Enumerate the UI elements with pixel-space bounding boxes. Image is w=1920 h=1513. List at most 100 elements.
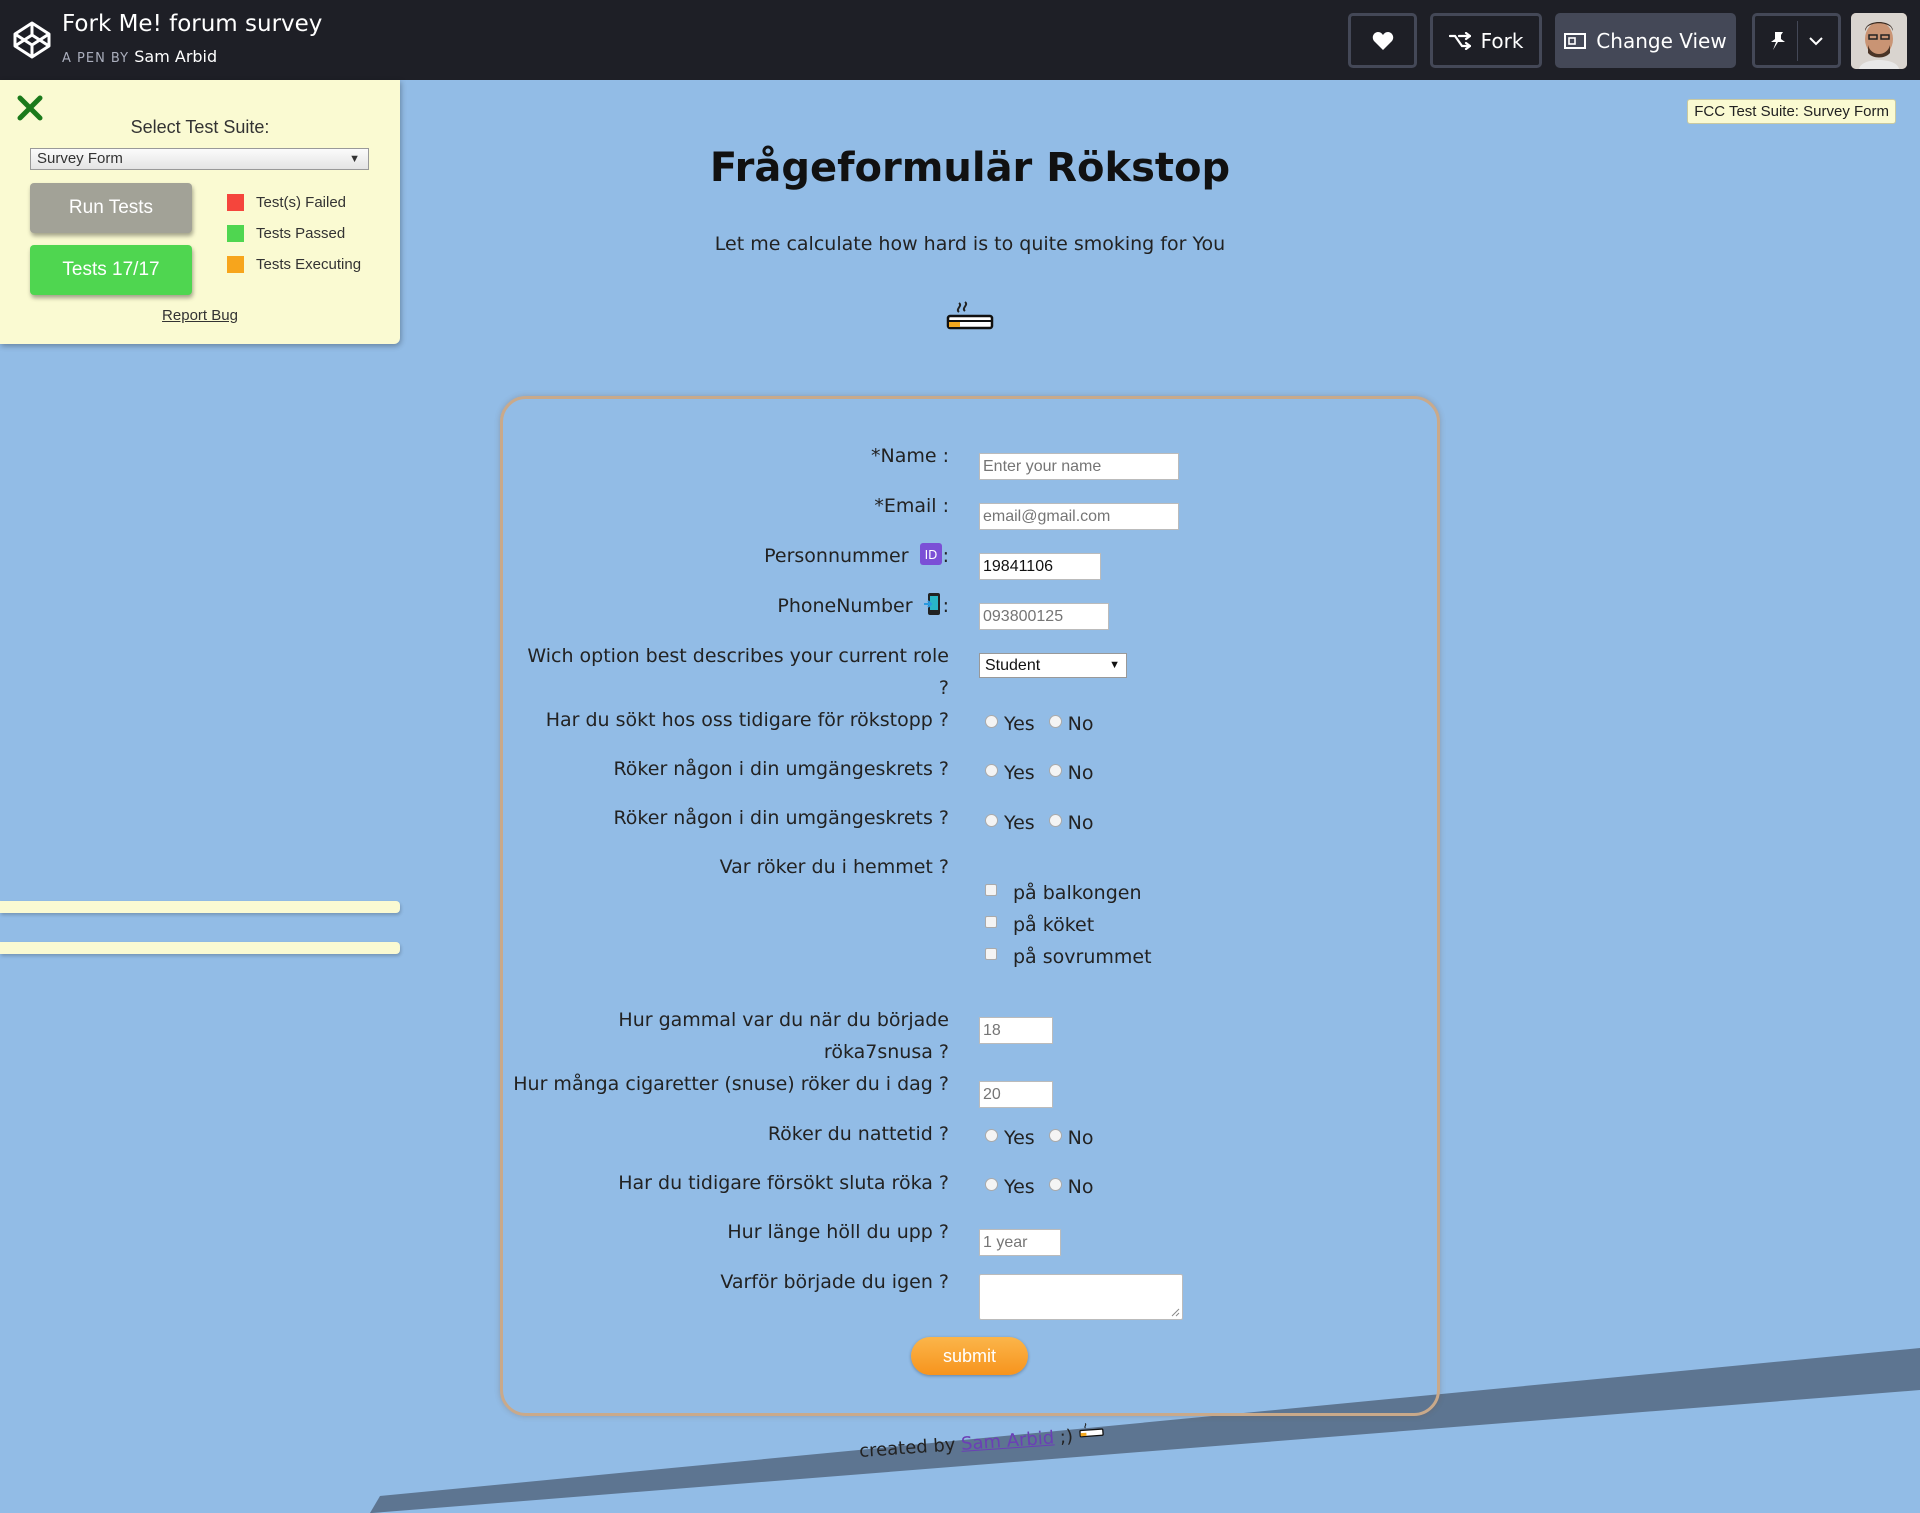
personnummer-colon: : bbox=[942, 545, 949, 567]
age-start-label-2: röka7snusa ? bbox=[823, 1041, 949, 1063]
checkbox-row: på balkongen bbox=[985, 882, 1142, 904]
change-view-label: Change View bbox=[1596, 28, 1727, 53]
phone-input[interactable] bbox=[979, 603, 1109, 630]
personnummer-input[interactable] bbox=[979, 553, 1101, 580]
age-start-input[interactable] bbox=[979, 1017, 1053, 1044]
radio-yes[interactable] bbox=[985, 1177, 998, 1191]
like-button[interactable] bbox=[1348, 13, 1417, 68]
role-label: Wich option best describes your current … bbox=[527, 645, 949, 667]
change-view-button[interactable]: Change View bbox=[1555, 13, 1736, 68]
why-restart-textarea[interactable] bbox=[979, 1274, 1183, 1320]
radio-no[interactable] bbox=[1048, 714, 1062, 728]
smoking-icon bbox=[1079, 1423, 1104, 1438]
page-description: Let me calculate how hard is to quite sm… bbox=[714, 233, 1226, 255]
id-icon: ID bbox=[919, 543, 942, 565]
pin-icon bbox=[1771, 31, 1785, 50]
cigs-per-day-label: Hur många cigaretter (snuse) röker du i … bbox=[513, 1073, 949, 1095]
email-input[interactable] bbox=[979, 503, 1179, 530]
age-start-label: Hur gammal var du när du började bbox=[618, 1009, 949, 1031]
codepen-header: Fork Me! forum survey A PEN BY Sam Arbid… bbox=[0, 0, 1920, 80]
checkbox-sovrummet[interactable] bbox=[985, 948, 997, 960]
pen-title[interactable]: Fork Me! forum survey bbox=[62, 11, 322, 37]
radio-yes-label: Yes bbox=[1004, 1176, 1035, 1198]
radio-yes[interactable] bbox=[985, 1128, 998, 1142]
how-long-input[interactable] bbox=[979, 1229, 1061, 1256]
survey-form-card bbox=[500, 396, 1440, 1416]
circle-smokes-label-2: Röker någon i din umgängeskrets ? bbox=[613, 807, 949, 829]
fcc-suite-tag[interactable]: FCC Test Suite: Survey Form bbox=[1687, 99, 1896, 124]
phone-colon: : bbox=[942, 595, 949, 617]
fork-label: Fork bbox=[1480, 28, 1524, 53]
user-avatar[interactable] bbox=[1851, 13, 1907, 69]
footer-author-link[interactable]: Sam Arbid bbox=[960, 1427, 1055, 1454]
fork-icon bbox=[1448, 31, 1471, 50]
radio-yes-label: Yes bbox=[1004, 1127, 1035, 1149]
pin-divider bbox=[1797, 20, 1798, 61]
radio-no-label: No bbox=[1067, 1176, 1094, 1198]
fcc-collapsed-bar[interactable] bbox=[0, 901, 400, 913]
radio-no-label: No bbox=[1067, 1127, 1094, 1149]
legend-label-failed: Test(s) Failed bbox=[256, 194, 347, 211]
footer-created-by: created by bbox=[858, 1434, 957, 1462]
codepen-logo-icon[interactable] bbox=[12, 20, 52, 60]
where-home-label: Var röker du i hemmet ? bbox=[719, 856, 949, 878]
radio-no[interactable] bbox=[1048, 1177, 1062, 1191]
role-label-question: ? bbox=[938, 677, 949, 699]
legend-executing: Tests Executing bbox=[227, 256, 361, 273]
cigs-per-day-input[interactable] bbox=[979, 1081, 1053, 1108]
heart-icon bbox=[1372, 31, 1393, 50]
svg-text:ID: ID bbox=[924, 548, 937, 562]
pen-author-link[interactable]: Sam Arbid bbox=[134, 47, 217, 66]
circle-smokes-radio-group: Yes No bbox=[985, 762, 1094, 784]
email-label: *Email : bbox=[874, 495, 949, 517]
change-view-icon bbox=[1564, 32, 1587, 49]
circle-smokes-2-radio-group: Yes No bbox=[985, 812, 1094, 834]
radio-no-label: No bbox=[1067, 713, 1094, 735]
why-restart-label: Varför började du igen ? bbox=[720, 1271, 949, 1293]
radio-yes-label: Yes bbox=[1004, 762, 1035, 784]
radio-yes-label: Yes bbox=[1004, 812, 1035, 834]
fcc-test-panel: Select Test Suite: Survey Form ▼ Run Tes… bbox=[0, 80, 400, 344]
phone-label-row: PhoneNumber : bbox=[777, 590, 949, 622]
how-long-label: Hur länge höll du upp ? bbox=[727, 1221, 949, 1243]
select-arrow-icon: ▼ bbox=[1109, 659, 1120, 671]
report-bug-link[interactable]: Report Bug bbox=[0, 307, 400, 324]
circle-smokes-label: Röker någon i din umgängeskrets ? bbox=[613, 758, 949, 780]
mobile-phone-icon bbox=[923, 593, 940, 615]
radio-yes[interactable] bbox=[985, 813, 998, 827]
radio-no[interactable] bbox=[1048, 1128, 1062, 1142]
checkbox-koket[interactable] bbox=[985, 916, 997, 928]
name-input[interactable] bbox=[979, 453, 1179, 480]
radio-no-label: No bbox=[1067, 812, 1094, 834]
tried-quit-radio-group: Yes No bbox=[985, 1176, 1094, 1198]
name-label: *Name : bbox=[871, 445, 949, 467]
checkbox-row: på köket bbox=[985, 914, 1094, 936]
legend-swatch-executing bbox=[227, 256, 244, 273]
pen-byline: A PEN BY Sam Arbid bbox=[62, 47, 217, 66]
previous-visit-radio-group: Yes No bbox=[985, 713, 1094, 735]
smoking-icon bbox=[946, 301, 994, 330]
submit-button[interactable]: submit bbox=[911, 1337, 1028, 1375]
role-select-value: Student bbox=[985, 657, 1041, 674]
avatar-image bbox=[1851, 13, 1907, 69]
radio-no[interactable] bbox=[1048, 813, 1062, 827]
pin-button[interactable] bbox=[1752, 13, 1841, 68]
fork-button[interactable]: Fork bbox=[1430, 13, 1542, 68]
radio-yes[interactable] bbox=[985, 714, 998, 728]
resize-handle-icon[interactable] bbox=[1170, 1307, 1180, 1317]
personnummer-label: Personnummer bbox=[764, 545, 909, 567]
chevron-down-icon[interactable] bbox=[1808, 36, 1824, 46]
radio-no[interactable] bbox=[1048, 763, 1062, 777]
role-select[interactable]: Student ▼ bbox=[979, 653, 1127, 678]
radio-no-label: No bbox=[1067, 762, 1094, 784]
fcc-collapsed-bar[interactable] bbox=[0, 942, 400, 954]
night-smoking-label: Röker du nattetid ? bbox=[767, 1123, 949, 1145]
radio-yes[interactable] bbox=[985, 763, 998, 777]
pen-by-label: A PEN BY bbox=[62, 51, 130, 66]
tried-quit-label: Har du tidigare försökt sluta röka ? bbox=[618, 1172, 949, 1194]
legend-failed: Test(s) Failed bbox=[227, 194, 346, 211]
personnummer-label-row: Personnummer ID : bbox=[764, 540, 949, 572]
checkbox-balkongen[interactable] bbox=[985, 884, 997, 896]
checkbox-label: på köket bbox=[1013, 914, 1095, 936]
select-suite-label: Select Test Suite: bbox=[130, 117, 270, 137]
